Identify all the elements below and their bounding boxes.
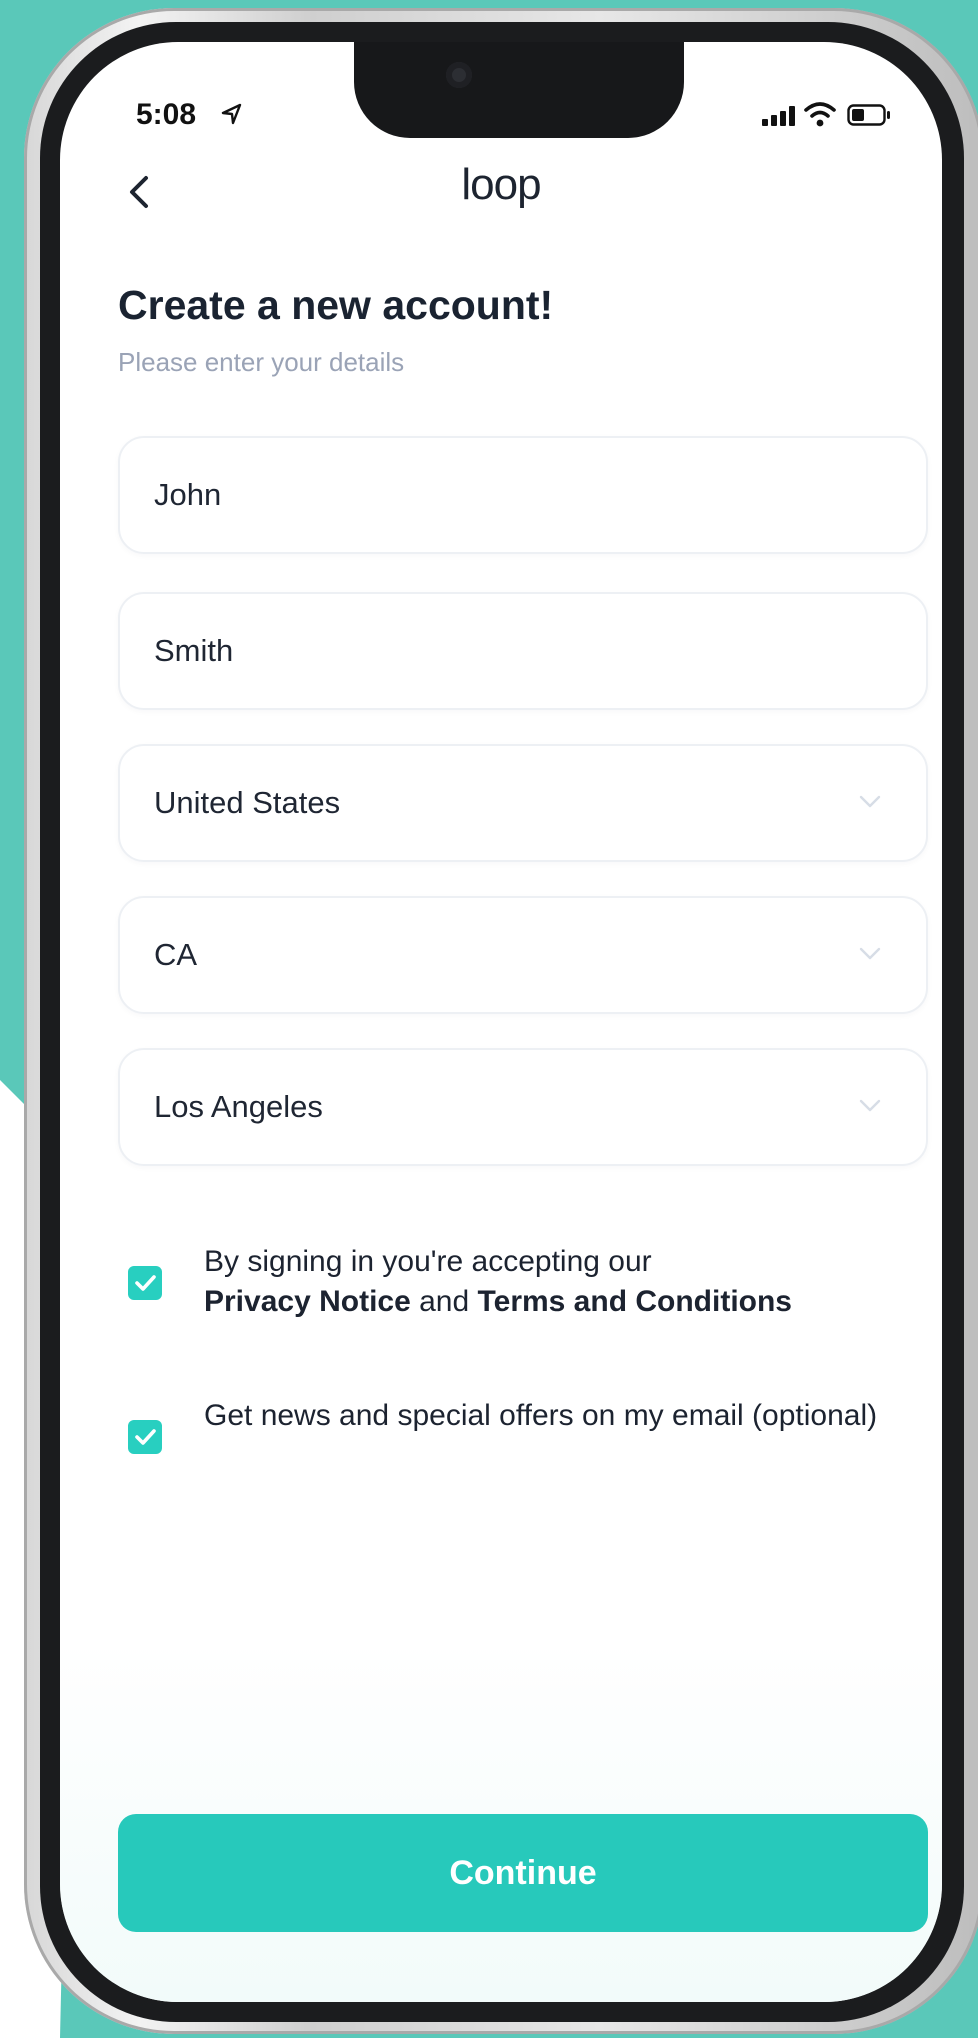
chevron-down-icon — [859, 947, 881, 960]
page-title: Create a new account! — [118, 282, 554, 328]
continue-button[interactable]: Continue — [118, 1814, 928, 1932]
last-name-field[interactable]: Smith — [118, 592, 928, 710]
signal-icon — [762, 106, 795, 126]
location-arrow-icon — [221, 103, 242, 125]
checkmark-icon — [135, 1429, 156, 1445]
terms-consent-text: By signing in you're accepting our Priva… — [204, 1242, 924, 1322]
terms-checkbox[interactable] — [128, 1266, 162, 1300]
checkmark-icon — [135, 1275, 156, 1291]
wifi-icon — [804, 102, 836, 127]
phone-screen: 5:08 loop Create a new account! Please e… — [60, 42, 942, 2002]
first-name-field[interactable]: John — [118, 436, 928, 554]
last-name-value: Smith — [154, 633, 234, 668]
country-select[interactable]: United States — [118, 744, 928, 862]
city-value: Los Angeles — [154, 1089, 323, 1124]
terms-text-middle: and — [419, 1285, 470, 1318]
app-logo: loop — [461, 160, 541, 209]
terms-text-prefix: By signing in you're accepting our — [204, 1245, 652, 1278]
newsletter-checkbox[interactable] — [128, 1420, 162, 1454]
privacy-notice-link[interactable]: Privacy Notice — [204, 1285, 411, 1318]
page-subtitle: Please enter your details — [118, 347, 405, 377]
terms-conditions-link[interactable]: Terms and Conditions — [478, 1285, 792, 1318]
status-time: 5:08 — [136, 98, 197, 131]
first-name-value: John — [154, 477, 222, 512]
chevron-down-icon — [859, 795, 881, 808]
camera-icon — [446, 62, 472, 88]
state-select[interactable]: CA — [118, 896, 928, 1014]
chevron-down-icon — [859, 1099, 881, 1112]
city-select[interactable]: Los Angeles — [118, 1048, 928, 1166]
battery-icon — [847, 104, 890, 126]
state-value: CA — [154, 937, 198, 972]
country-value: United States — [154, 785, 341, 820]
newsletter-consent-text: Get news and special offers on my email … — [204, 1399, 878, 1432]
notch — [354, 42, 684, 138]
